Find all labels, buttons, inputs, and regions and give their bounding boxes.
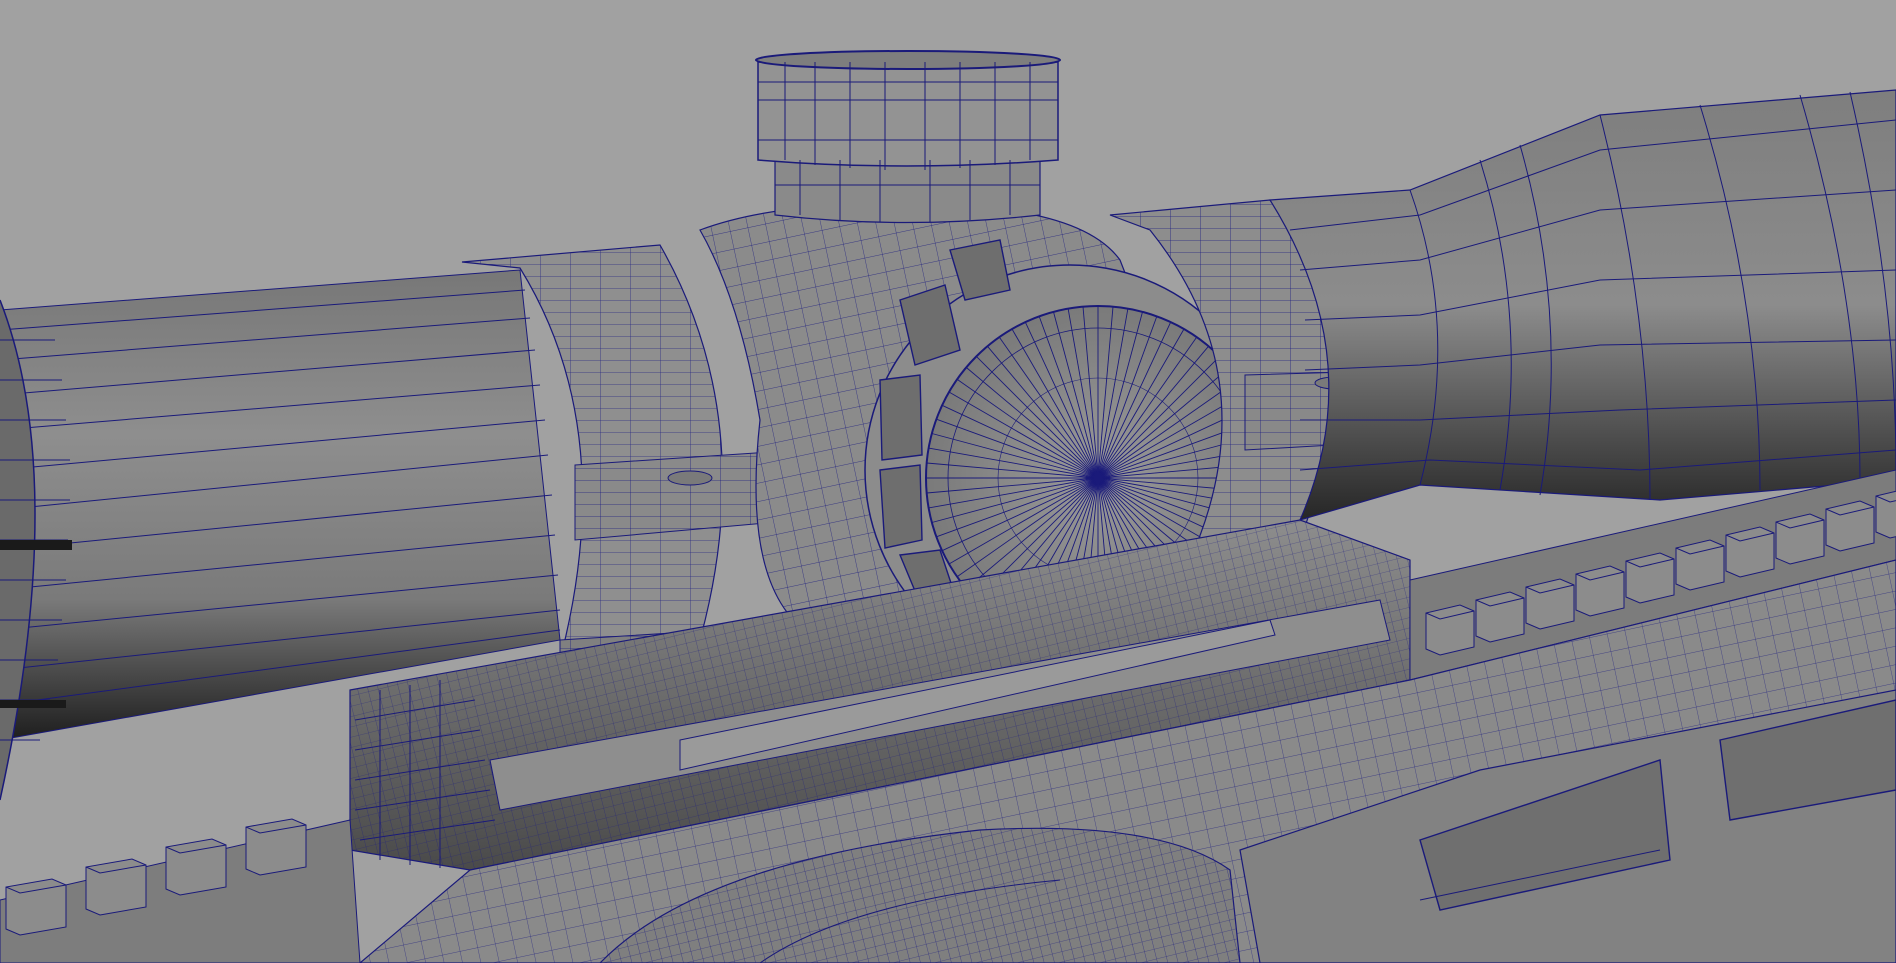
- wireframe-model[interactable]: [0, 0, 1896, 963]
- elevation-turret[interactable]: [755, 50, 1061, 224]
- scope-tube-right[interactable]: [1268, 89, 1896, 521]
- 3d-viewport[interactable]: [0, 0, 1896, 963]
